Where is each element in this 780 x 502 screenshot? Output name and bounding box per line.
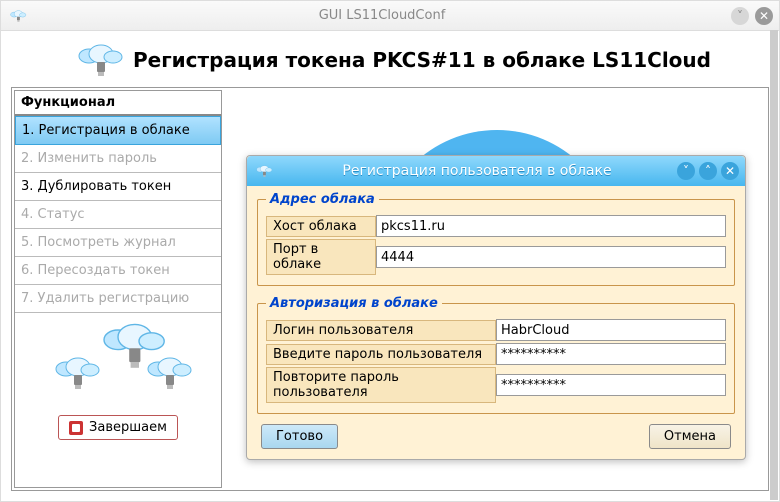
- group-cloud-address: Адрес облака Хост облака Порт в облаке: [257, 192, 735, 286]
- sidebar-item-duplicate-token[interactable]: 3. Дублировать токен: [15, 173, 221, 201]
- label-host: Хост облака: [266, 216, 376, 237]
- legend-auth: Авторизация в облаке: [266, 296, 442, 311]
- dialog-icon: [253, 164, 273, 178]
- titlebar: GUI LS11CloudConf ˅ ✕: [1, 1, 779, 31]
- ok-button[interactable]: Готово: [261, 424, 338, 449]
- label-login: Логин пользователя: [266, 320, 496, 341]
- sidebar-item-recreate-token[interactable]: 6. Пересоздать токен: [15, 257, 221, 285]
- minimize-button[interactable]: ˅: [731, 7, 749, 25]
- cancel-button[interactable]: Отмена: [649, 424, 731, 449]
- sidebar: Функционал 1. Регистрация в облаке 2. Из…: [14, 90, 222, 488]
- input-password-repeat[interactable]: [496, 374, 726, 396]
- dialog-titlebar: Регистрация пользователя в облаке ˅ ˄ ✕: [247, 156, 745, 186]
- banner-heading: Регистрация токена PKCS#11 в облаке LS11…: [133, 48, 711, 72]
- finish-button[interactable]: Завершаем: [58, 415, 178, 440]
- dialog-collapse-button[interactable]: ˅: [677, 162, 695, 180]
- sidebar-title: Функционал: [15, 91, 221, 116]
- dialog-body: Адрес облака Хост облака Порт в облаке А…: [247, 186, 745, 459]
- close-button[interactable]: ✕: [755, 7, 773, 25]
- legend-address: Адрес облака: [266, 192, 379, 207]
- dialog-title: Регистрация пользователя в облаке: [277, 163, 677, 179]
- dialog-close-button[interactable]: ✕: [721, 162, 739, 180]
- app-icon: [7, 9, 27, 23]
- window-title: GUI LS11CloudConf: [33, 8, 731, 23]
- finish-label: Завершаем: [89, 420, 167, 435]
- input-port[interactable]: [376, 246, 726, 268]
- input-login[interactable]: [496, 319, 726, 341]
- registration-dialog: Регистрация пользователя в облаке ˅ ˄ ✕ …: [246, 155, 746, 460]
- stop-icon: [69, 421, 83, 435]
- input-password[interactable]: [496, 343, 726, 365]
- label-port: Порт в облаке: [266, 239, 376, 275]
- sidebar-item-status[interactable]: 4. Статус: [15, 201, 221, 229]
- clouds-icon: [38, 319, 198, 399]
- sidebar-image: [15, 313, 221, 409]
- input-host[interactable]: [376, 215, 726, 237]
- dialog-expand-button[interactable]: ˄: [699, 162, 717, 180]
- label-password: Введите пароль пользователя: [266, 344, 496, 365]
- sidebar-item-change-password[interactable]: 2. Изменить пароль: [15, 145, 221, 173]
- banner: Регистрация токена PKCS#11 в облаке LS11…: [11, 39, 769, 87]
- banner-logo-icon: [69, 43, 125, 77]
- sidebar-item-delete-registration[interactable]: 7. Удалить регистрацию: [15, 285, 221, 313]
- sidebar-item-view-log[interactable]: 5. Посмотреть журнал: [15, 229, 221, 257]
- group-cloud-auth: Авторизация в облаке Логин пользователя …: [257, 296, 735, 414]
- label-password-repeat: Повторите пароль пользователя: [266, 367, 496, 403]
- scrollbar[interactable]: [770, 30, 778, 500]
- sidebar-item-register[interactable]: 1. Регистрация в облаке: [15, 116, 221, 145]
- scrollbar-thumb[interactable]: [770, 30, 778, 500]
